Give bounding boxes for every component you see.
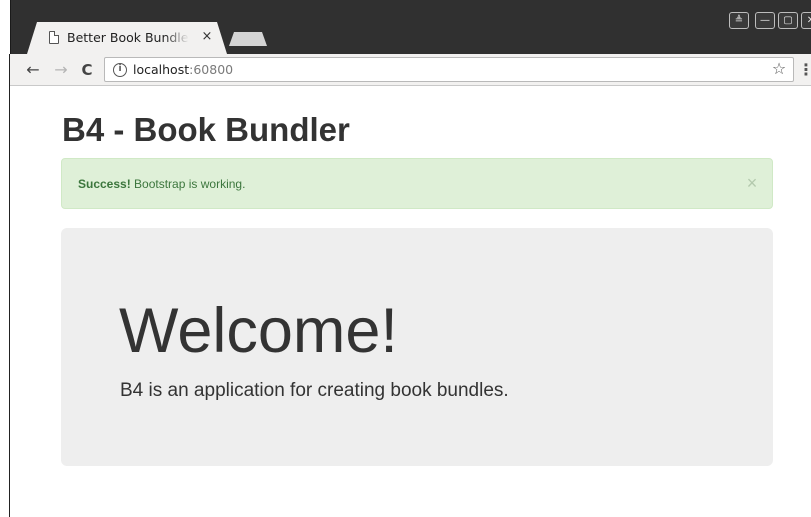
lead-text: B4 is an application for creating book b…: [120, 380, 509, 401]
bookmark-star-icon[interactable]: ☆: [769, 59, 789, 79]
back-icon[interactable]: ←: [22, 59, 44, 81]
success-alert: Success! Bootstrap is working. ×: [61, 158, 773, 209]
minimize-icon[interactable]: —: [755, 12, 775, 29]
info-icon[interactable]: i: [113, 63, 127, 77]
kebab-menu-icon[interactable]: ⋮: [798, 59, 811, 81]
url-host: localhost: [133, 62, 190, 77]
url-text: localhost:60800: [133, 62, 233, 79]
document-icon: [49, 31, 59, 44]
alert-strong: Success!: [78, 177, 131, 191]
browser-titlebar: Better Book Bundler × ≜ — ▢ ✕: [10, 0, 811, 54]
jumbotron: Welcome! B4 is an application for creati…: [61, 228, 773, 466]
welcome-heading: Welcome!: [119, 296, 398, 366]
url-port: :60800: [189, 62, 234, 77]
tab-title: Better Book Bundler: [67, 30, 189, 45]
window-border: [9, 54, 10, 517]
page-title: B4 - Book Bundler: [62, 111, 350, 148]
browser-toolbar: ← → C i localhost:60800 ☆ ⋮: [10, 54, 811, 86]
maximize-icon[interactable]: ▢: [778, 12, 798, 29]
reload-icon[interactable]: C: [76, 59, 98, 81]
close-window-icon[interactable]: ✕: [801, 12, 811, 29]
new-tab-button[interactable]: [229, 32, 267, 46]
alert-close-icon[interactable]: ×: [744, 173, 760, 193]
tab-close-icon[interactable]: ×: [199, 28, 215, 46]
tab-better-book-bundler[interactable]: Better Book Bundler ×: [27, 22, 227, 54]
forward-icon[interactable]: →: [50, 59, 72, 81]
user-profile-icon[interactable]: ≜: [729, 12, 749, 29]
address-bar[interactable]: i localhost:60800 ☆: [104, 57, 794, 82]
alert-text: Bootstrap is working.: [130, 177, 246, 191]
alert-message: Success! Bootstrap is working.: [78, 177, 245, 191]
